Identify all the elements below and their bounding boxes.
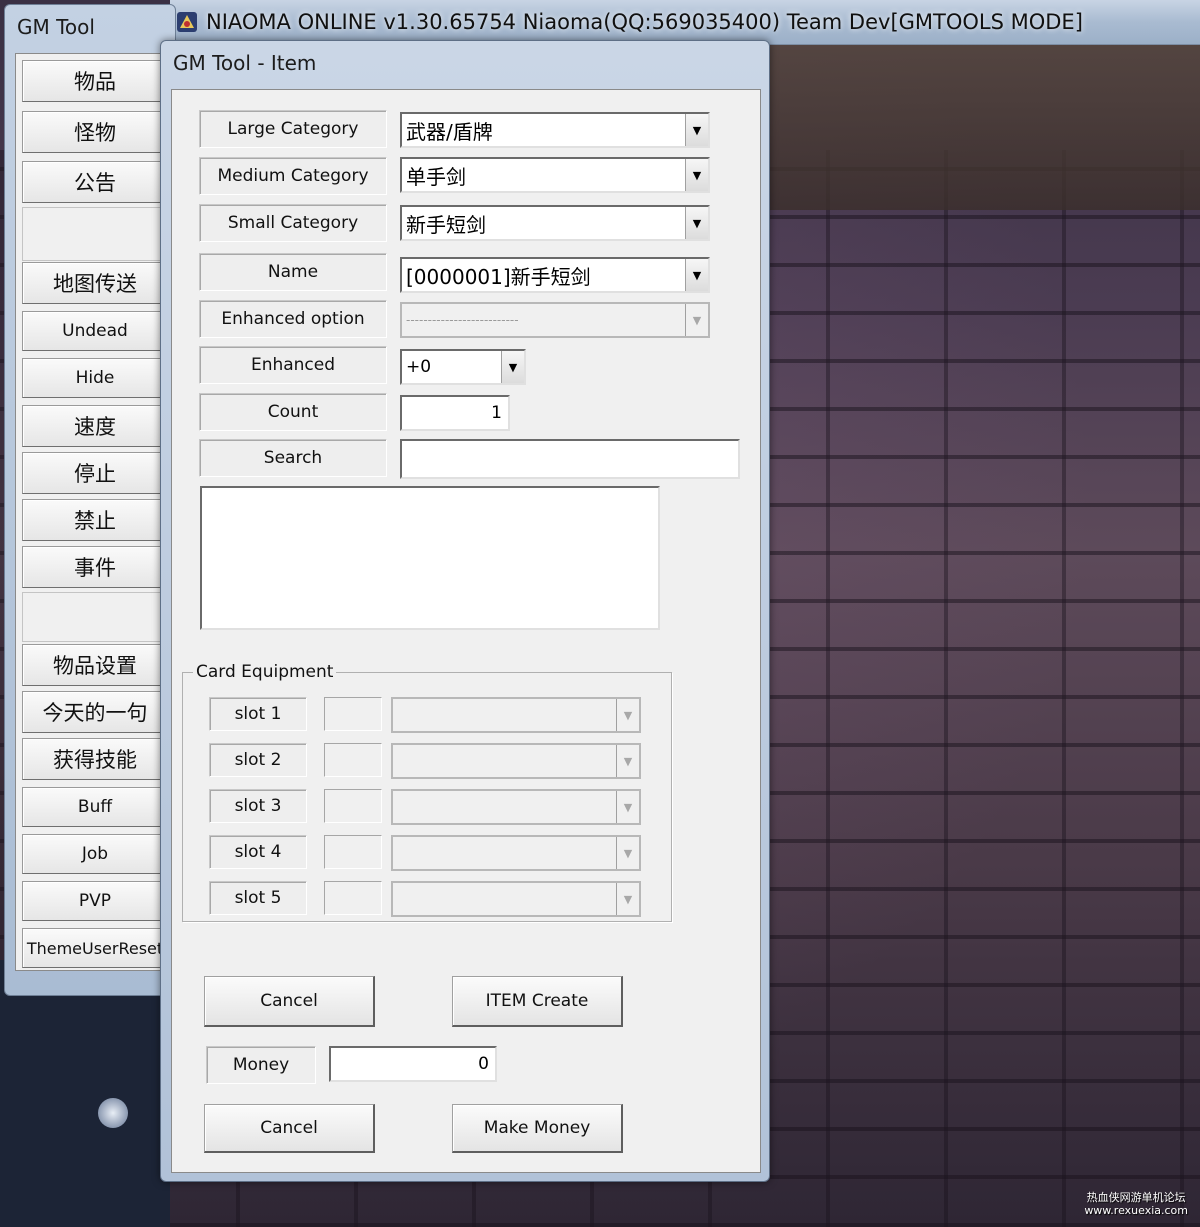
gm-tool-title: GM Tool xyxy=(17,15,95,39)
chevron-down-icon[interactable]: ▼ xyxy=(685,207,708,239)
slot-5-label: slot 5 xyxy=(209,881,307,915)
job-button[interactable]: Job xyxy=(22,834,168,874)
chevron-down-icon[interactable]: ▼ xyxy=(685,259,708,291)
item-create-button[interactable]: ITEM Create xyxy=(452,976,623,1027)
chevron-down-icon[interactable]: ▼ xyxy=(616,745,639,777)
medium-category-label: Medium Category xyxy=(199,157,387,195)
sky-background xyxy=(0,960,170,1227)
buff-button[interactable]: Buff xyxy=(22,787,168,827)
menu-item-button[interactable]: 物品 xyxy=(22,60,168,102)
slot-2-code-field[interactable] xyxy=(324,743,382,777)
pvp-button[interactable]: PVP xyxy=(22,881,168,921)
slot-2-label: slot 2 xyxy=(209,743,307,777)
app-icon xyxy=(177,12,197,32)
event-button[interactable]: 事件 xyxy=(22,546,168,588)
announcement-button[interactable]: 公告 xyxy=(22,161,168,203)
slot-1-card-select[interactable]: ▼ xyxy=(391,697,641,733)
watermark-line-1: 热血侠网游单机论坛 xyxy=(1086,1191,1186,1204)
small-category-value: 新手短剑 xyxy=(406,212,486,237)
make-money-button[interactable]: Make Money xyxy=(452,1104,623,1153)
item-settings-button[interactable]: 物品设置 xyxy=(22,644,168,686)
count-label: Count xyxy=(199,393,387,431)
slot-3-card-select[interactable]: ▼ xyxy=(391,789,641,825)
item-dialog-title: GM Tool - Item xyxy=(173,51,317,75)
chevron-down-icon[interactable]: ▼ xyxy=(501,351,524,383)
chevron-down-icon[interactable]: ▼ xyxy=(685,114,708,146)
slot-4-code-field[interactable] xyxy=(324,835,382,869)
enhanced-option-value: -------------------------- xyxy=(406,313,519,327)
chevron-down-icon[interactable]: ▼ xyxy=(685,304,708,336)
chevron-down-icon[interactable]: ▼ xyxy=(616,883,639,915)
monster-button[interactable]: 怪物 xyxy=(22,111,168,153)
count-input[interactable]: 1 xyxy=(400,395,510,431)
small-category-select[interactable]: 新手短剑 ▼ xyxy=(400,205,710,241)
stone-wall xyxy=(770,40,1200,210)
enhanced-select[interactable]: +0 ▼ xyxy=(400,349,526,385)
slot-3-code-field[interactable] xyxy=(324,789,382,823)
name-value: [0000001]新手短剑 xyxy=(406,264,591,289)
card-equipment-legend: Card Equipment xyxy=(193,662,337,682)
menu-spacer xyxy=(22,207,168,261)
name-select[interactable]: [0000001]新手短剑 ▼ xyxy=(400,257,710,293)
small-category-label: Small Category xyxy=(199,204,387,242)
search-input[interactable] xyxy=(400,439,740,479)
large-category-label: Large Category xyxy=(199,110,387,148)
get-skill-button[interactable]: 获得技能 xyxy=(22,738,168,780)
chevron-down-icon[interactable]: ▼ xyxy=(616,837,639,869)
watermark-line-2: www.rexuexia.com xyxy=(1084,1204,1188,1217)
main-window-titlebar[interactable]: NIAOMA ONLINE v1.30.65754 Niaoma(QQ:5690… xyxy=(170,0,1200,45)
enhanced-label: Enhanced xyxy=(199,346,387,384)
slot-4-label: slot 4 xyxy=(209,835,307,869)
menu-spacer xyxy=(22,592,168,642)
money-cancel-button[interactable]: Cancel xyxy=(204,1104,375,1153)
stop-button[interactable]: 停止 xyxy=(22,452,168,494)
money-label: Money xyxy=(206,1046,316,1084)
item-dialog-body: Large Category 武器/盾牌 ▼ Medium Category 单… xyxy=(171,89,761,1173)
gm-tool-menu: 物品 怪物 公告 地图传送 Undead Hide 速度 停止 禁止 事件 物品… xyxy=(15,53,177,971)
undead-button[interactable]: Undead xyxy=(22,311,168,351)
enhanced-option-label: Enhanced option xyxy=(199,300,387,338)
large-category-value: 武器/盾牌 xyxy=(406,119,493,144)
slot-1-code-field[interactable] xyxy=(324,697,382,731)
money-input[interactable]: 0 xyxy=(329,1046,497,1082)
ban-button[interactable]: 禁止 xyxy=(22,499,168,541)
site-watermark: 热血侠网游单机论坛 www.rexuexia.com xyxy=(1084,1191,1188,1217)
chevron-down-icon[interactable]: ▼ xyxy=(616,791,639,823)
daily-quote-button[interactable]: 今天的一句 xyxy=(22,691,168,733)
medium-category-select[interactable]: 单手剑 ▼ xyxy=(400,157,710,193)
cancel-button[interactable]: Cancel xyxy=(204,976,375,1027)
item-dialog: GM Tool - Item Large Category 武器/盾牌 ▼ Me… xyxy=(160,40,770,1182)
hide-button[interactable]: Hide xyxy=(22,358,168,398)
search-results-list[interactable] xyxy=(200,486,660,630)
medium-category-value: 单手剑 xyxy=(406,164,466,189)
slot-1-label: slot 1 xyxy=(209,697,307,731)
slot-3-label: slot 3 xyxy=(209,789,307,823)
theme-user-reset-button[interactable]: ThemeUserReset xyxy=(22,928,168,968)
enhanced-value: +0 xyxy=(406,357,432,377)
card-equipment-group: Card Equipment slot 1 ▼ slot 2 ▼ slot 3 … xyxy=(182,662,672,922)
slot-4-card-select[interactable]: ▼ xyxy=(391,835,641,871)
main-window-title: NIAOMA ONLINE v1.30.65754 Niaoma(QQ:5690… xyxy=(206,10,1083,34)
moon-orb xyxy=(98,1098,128,1128)
large-category-select[interactable]: 武器/盾牌 ▼ xyxy=(400,112,710,148)
slot-5-code-field[interactable] xyxy=(324,881,382,915)
map-teleport-button[interactable]: 地图传送 xyxy=(22,262,168,304)
speed-button[interactable]: 速度 xyxy=(22,405,168,447)
search-label: Search xyxy=(199,439,387,477)
gm-tool-window: GM Tool 物品 怪物 公告 地图传送 Undead Hide 速度 停止 … xyxy=(4,4,177,996)
enhanced-option-select[interactable]: -------------------------- ▼ xyxy=(400,302,710,338)
chevron-down-icon[interactable]: ▼ xyxy=(685,159,708,191)
slot-2-card-select[interactable]: ▼ xyxy=(391,743,641,779)
name-label: Name xyxy=(199,253,387,291)
slot-5-card-select[interactable]: ▼ xyxy=(391,881,641,917)
chevron-down-icon[interactable]: ▼ xyxy=(616,699,639,731)
